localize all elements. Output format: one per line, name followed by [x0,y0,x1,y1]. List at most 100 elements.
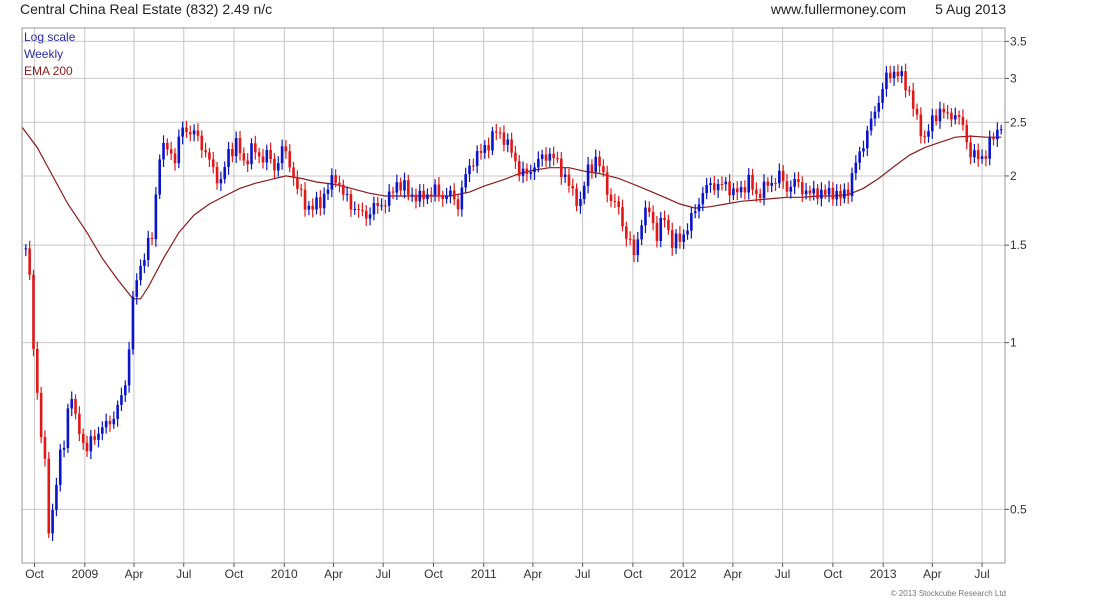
candle-body [357,208,360,210]
candle-body [888,72,892,79]
candle-body [162,142,165,160]
candle-body [384,205,387,207]
candle-body [364,210,368,219]
candle-body [674,233,678,249]
candle-body [85,442,89,452]
candle-body [185,127,188,133]
candle-body [315,197,318,210]
candle-body [552,153,555,159]
candle-body [104,420,108,428]
candle-body [758,193,762,198]
candle-body [215,166,219,184]
candle-body [969,142,972,158]
candle-body [238,138,242,154]
x-tick-label: Jul [775,567,790,581]
candle-body [934,115,938,122]
candle-body [793,178,796,187]
candle-body [204,150,207,153]
candle-body [78,413,81,435]
candle-body [732,188,735,196]
candle-body [452,190,456,200]
x-tick-label: Oct [824,567,843,581]
candle-body [250,143,253,165]
x-tick-label: Oct [424,567,443,581]
candle-body [410,194,414,196]
candle-body [992,137,995,140]
candle-body [380,205,383,207]
candle-body [475,151,479,166]
x-tick-label: Apr [724,567,743,581]
candle-body [953,115,957,120]
candle-body [456,199,460,210]
candle-body [269,149,272,160]
candle-body [491,131,494,151]
candle-body [521,168,525,176]
candle-body [81,434,85,443]
candle-body [58,449,62,485]
candle-body [39,392,43,438]
candle-body [257,152,261,157]
candle-body [437,184,441,196]
candle-body [74,399,77,414]
candle-body [208,152,211,160]
candle-body [693,211,697,213]
candle-body [942,108,946,113]
candle-body [866,130,869,149]
candle-body [498,132,502,134]
candle-body [605,172,609,195]
candle-body [514,152,517,162]
candle-body [502,132,506,145]
candle-body [506,139,510,145]
candle-body [950,112,953,120]
candle-body [299,188,303,190]
candle-body [720,184,724,186]
chart: 0.5 1 1.5 2 2.5 3 3.5 Oct 2009 Apr Jul Oct 2010 Apr J… [0,0,1100,600]
candle-body [617,201,620,208]
candle-body [97,433,100,440]
candle-body [460,187,464,210]
candle-body [667,219,670,231]
candle-body [850,173,854,197]
plot-border [21,27,1006,564]
candle-body [609,194,613,201]
candle-body [429,194,433,196]
candle-body [368,214,372,219]
x-tick-label: Oct [225,567,244,581]
candle-body [468,165,471,175]
candle-body [407,180,410,195]
candle-body [915,108,919,115]
candle-body [808,190,812,194]
candle-body [762,181,766,198]
candle-body [47,458,51,534]
candle-body [869,118,873,131]
candle-body [594,156,598,172]
x-tick-label: 2013 [870,567,897,581]
candle-body [873,111,877,119]
candle-body [946,112,949,114]
candle-body [881,89,884,103]
candle-body [781,170,785,182]
candle-body [28,248,31,275]
candle-body [735,188,739,193]
candle-body [387,191,391,206]
candle-body [590,164,594,172]
candle-body [338,182,341,185]
candle-body [858,151,861,163]
candle-body [632,239,636,256]
x-tick-label: Apr [524,567,543,581]
candle-body [701,193,705,205]
candle-body [862,148,865,152]
candle-body [755,189,758,194]
candle-body [196,130,200,136]
candle-body [464,174,467,188]
candle-body [900,71,904,77]
candle-body [823,189,827,195]
x-tick-label: Jul [575,567,590,581]
candle-body [334,175,337,183]
candles [24,63,1003,541]
candle-body [418,190,422,202]
candle-body [188,132,192,135]
chart-svg: 0.5 1 1.5 2 2.5 3 3.5 Oct 2009 Apr Jul Oct 2010 Apr J… [21,27,1027,581]
candle-body [341,184,345,195]
x-tick-label: Jul [376,567,391,581]
